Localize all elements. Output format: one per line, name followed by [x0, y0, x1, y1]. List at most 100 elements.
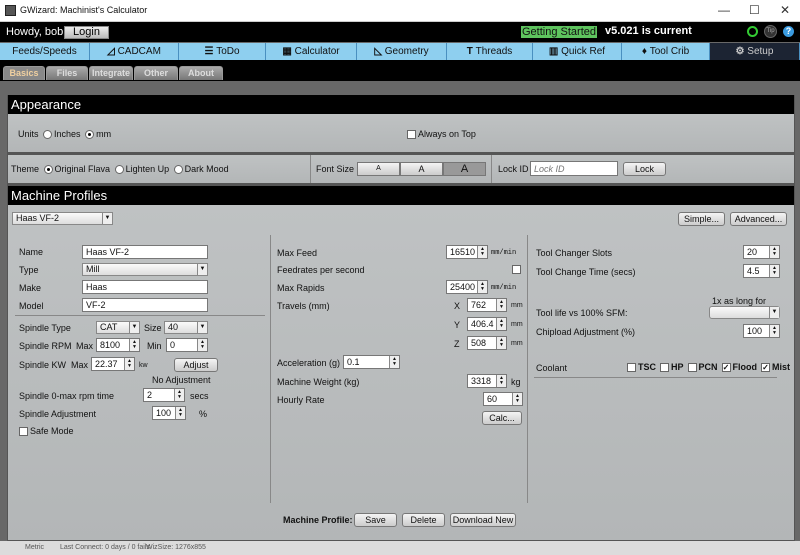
spinner-icon[interactable]: ▲ ▼: [512, 393, 522, 405]
maximize-button[interactable]: ☐: [749, 3, 760, 17]
help-icon[interactable]: ?: [783, 26, 794, 37]
font-size-label: Font Size: [316, 164, 355, 174]
tool-change-time-value: 4.5: [747, 266, 760, 276]
download-new-button[interactable]: Download New: [450, 513, 516, 527]
max-feed-label: Max Feed: [277, 248, 318, 258]
units-group: Units Inches mm: [18, 129, 111, 140]
spinner-icon[interactable]: ▲ ▼: [175, 407, 185, 419]
travel-x-input[interactable]: 762 ▲ ▼: [467, 298, 507, 312]
name-input[interactable]: Haas VF-2: [82, 245, 208, 259]
kw-max-input[interactable]: 22.37 ▲ ▼: [91, 357, 135, 371]
spinner-icon[interactable]: ▲ ▼: [389, 356, 399, 368]
spinner-icon[interactable]: ▲ ▼: [477, 246, 487, 258]
subtab-other[interactable]: Other: [134, 66, 178, 80]
acceleration-input[interactable]: 0.1 ▲ ▼: [343, 355, 400, 369]
lock-button[interactable]: Lock: [623, 162, 666, 176]
nav-tab-todo[interactable]: ☰ ToDo: [179, 43, 266, 60]
advanced-button[interactable]: Advanced...: [730, 212, 787, 226]
spinner-icon[interactable]: ▲ ▼: [174, 389, 184, 401]
rpm-time-input[interactable]: 2 ▲ ▼: [143, 388, 185, 402]
coolant-mist-checkbox[interactable]: ✓: [761, 363, 771, 373]
theme-dark-radio[interactable]: [173, 165, 183, 175]
subtab-integrate[interactable]: Integrate: [89, 66, 133, 80]
chevron-down-icon: ▼: [769, 307, 779, 318]
font-size-large[interactable]: A: [443, 162, 486, 176]
spinner-icon[interactable]: ▲ ▼: [124, 358, 134, 370]
nav-tab-tool-crib[interactable]: ♦ Tool Crib: [622, 43, 710, 60]
units-mm-radio[interactable]: [85, 130, 95, 140]
machine-weight-input[interactable]: 3318 ▲ ▼: [467, 374, 507, 388]
nav-tab-cadcam[interactable]: ◿ CADCAM: [90, 43, 179, 60]
coolant-flood-checkbox[interactable]: ✓: [721, 363, 731, 373]
spindle-type-select[interactable]: CAT ▼: [96, 321, 140, 334]
font-size-small[interactable]: A: [357, 162, 400, 176]
max-rapids-input[interactable]: 25400 ▲ ▼: [446, 280, 488, 294]
calc-button[interactable]: Calc...: [482, 411, 522, 425]
hourly-rate-input[interactable]: 60 ▲ ▼: [483, 392, 523, 406]
safe-mode-checkbox[interactable]: [19, 427, 28, 437]
tip-icon[interactable]: Tip: [764, 25, 777, 38]
spinner-icon[interactable]: ▲ ▼: [477, 281, 487, 293]
spinner-icon[interactable]: ▲ ▼: [197, 339, 207, 351]
make-input[interactable]: Haas: [82, 280, 208, 294]
nav-tab-geometry[interactable]: ◺ Geometry: [357, 43, 447, 60]
theme-option-label: Lighten Up: [125, 164, 170, 174]
rpm-min-input[interactable]: 0 ▲ ▼: [166, 338, 208, 352]
size-select[interactable]: 40 ▼: [164, 321, 208, 334]
model-input[interactable]: VF-2: [82, 298, 208, 312]
save-button[interactable]: Save: [354, 513, 397, 527]
safe-mode[interactable]: Safe Mode: [17, 426, 74, 437]
simple-button[interactable]: Simple...: [678, 212, 725, 226]
nav-tab-threads[interactable]: T Threads: [447, 43, 533, 60]
spinner-icon[interactable]: ▲ ▼: [496, 375, 506, 387]
spinner-icon[interactable]: ▲ ▼: [129, 339, 139, 351]
font-size-medium[interactable]: A: [400, 162, 443, 176]
type-select[interactable]: Mill ▼: [82, 263, 208, 276]
theme-original-radio[interactable]: [43, 165, 53, 175]
nav-tab-calculator[interactable]: ▦ Calculator: [266, 43, 357, 60]
spinner-icon[interactable]: ▲ ▼: [496, 337, 506, 349]
feedrates-per-second-checkbox[interactable]: [512, 265, 521, 274]
subtab-basics[interactable]: Basics: [3, 66, 45, 80]
spinner-icon[interactable]: ▲ ▼: [496, 299, 506, 311]
adjust-button[interactable]: Adjust: [174, 358, 218, 372]
refresh-icon[interactable]: [747, 26, 758, 37]
max-feed-input[interactable]: 16510 ▲ ▼: [446, 245, 488, 259]
tool-changer-slots-input[interactable]: 20 ▲ ▼: [743, 245, 780, 259]
theme-lighten-radio[interactable]: [114, 165, 124, 175]
delete-button[interactable]: Delete: [402, 513, 445, 527]
minimize-button[interactable]: —: [718, 3, 730, 17]
login-button[interactable]: Login: [64, 26, 109, 39]
units-inches-radio[interactable]: [43, 130, 53, 140]
getting-started-button[interactable]: Getting Started: [521, 26, 597, 38]
close-button[interactable]: ✕: [780, 3, 790, 17]
coolant-pcn-checkbox[interactable]: [687, 363, 697, 373]
nav-tab-feeds-speeds[interactable]: Feeds/Speeds: [0, 43, 90, 60]
chipload-input[interactable]: 100 ▲ ▼: [743, 324, 780, 338]
subtab-about[interactable]: About: [179, 66, 223, 80]
spinner-icon[interactable]: ▲ ▼: [496, 318, 506, 330]
spinner-icon[interactable]: ▲ ▼: [769, 265, 779, 277]
rpm-max-value: 8100: [100, 340, 121, 350]
coolant-tsc-checkbox[interactable]: [627, 363, 636, 373]
lock-id-input[interactable]: [530, 161, 618, 176]
nav-tab-setup[interactable]: ⚙ Setup: [710, 43, 800, 60]
spinner-icon[interactable]: ▲ ▼: [769, 325, 779, 337]
always-on-top[interactable]: Always on Top: [405, 129, 476, 140]
spinner-icon[interactable]: ▲ ▼: [769, 246, 779, 258]
subtab-files[interactable]: Files: [46, 66, 88, 80]
tool-life-select[interactable]: ▼: [709, 306, 780, 319]
rpm-max-input[interactable]: 8100 ▲ ▼: [96, 338, 140, 352]
travel-y-value: 406.4: [471, 319, 494, 329]
status-bar: Metric Last Connect: 0 days / 0 fails Wi…: [0, 541, 800, 555]
profile-select[interactable]: Haas VF-2 ▼: [12, 212, 113, 225]
max-rapids-value: 25400: [450, 282, 476, 292]
nav-tab-quick-ref[interactable]: ▥ Quick Ref: [533, 43, 622, 60]
tool-change-time-input[interactable]: 4.5 ▲ ▼: [743, 264, 780, 278]
always-on-top-checkbox[interactable]: [407, 130, 416, 140]
rpm-time-value: 2: [147, 390, 153, 400]
travel-z-input[interactable]: 508 ▲ ▼: [467, 336, 507, 350]
travel-y-input[interactable]: 406.4 ▲ ▼: [467, 317, 507, 331]
coolant-hp-checkbox[interactable]: [660, 363, 669, 373]
spindle-adjustment-input[interactable]: 100 ▲ ▼: [152, 406, 186, 420]
